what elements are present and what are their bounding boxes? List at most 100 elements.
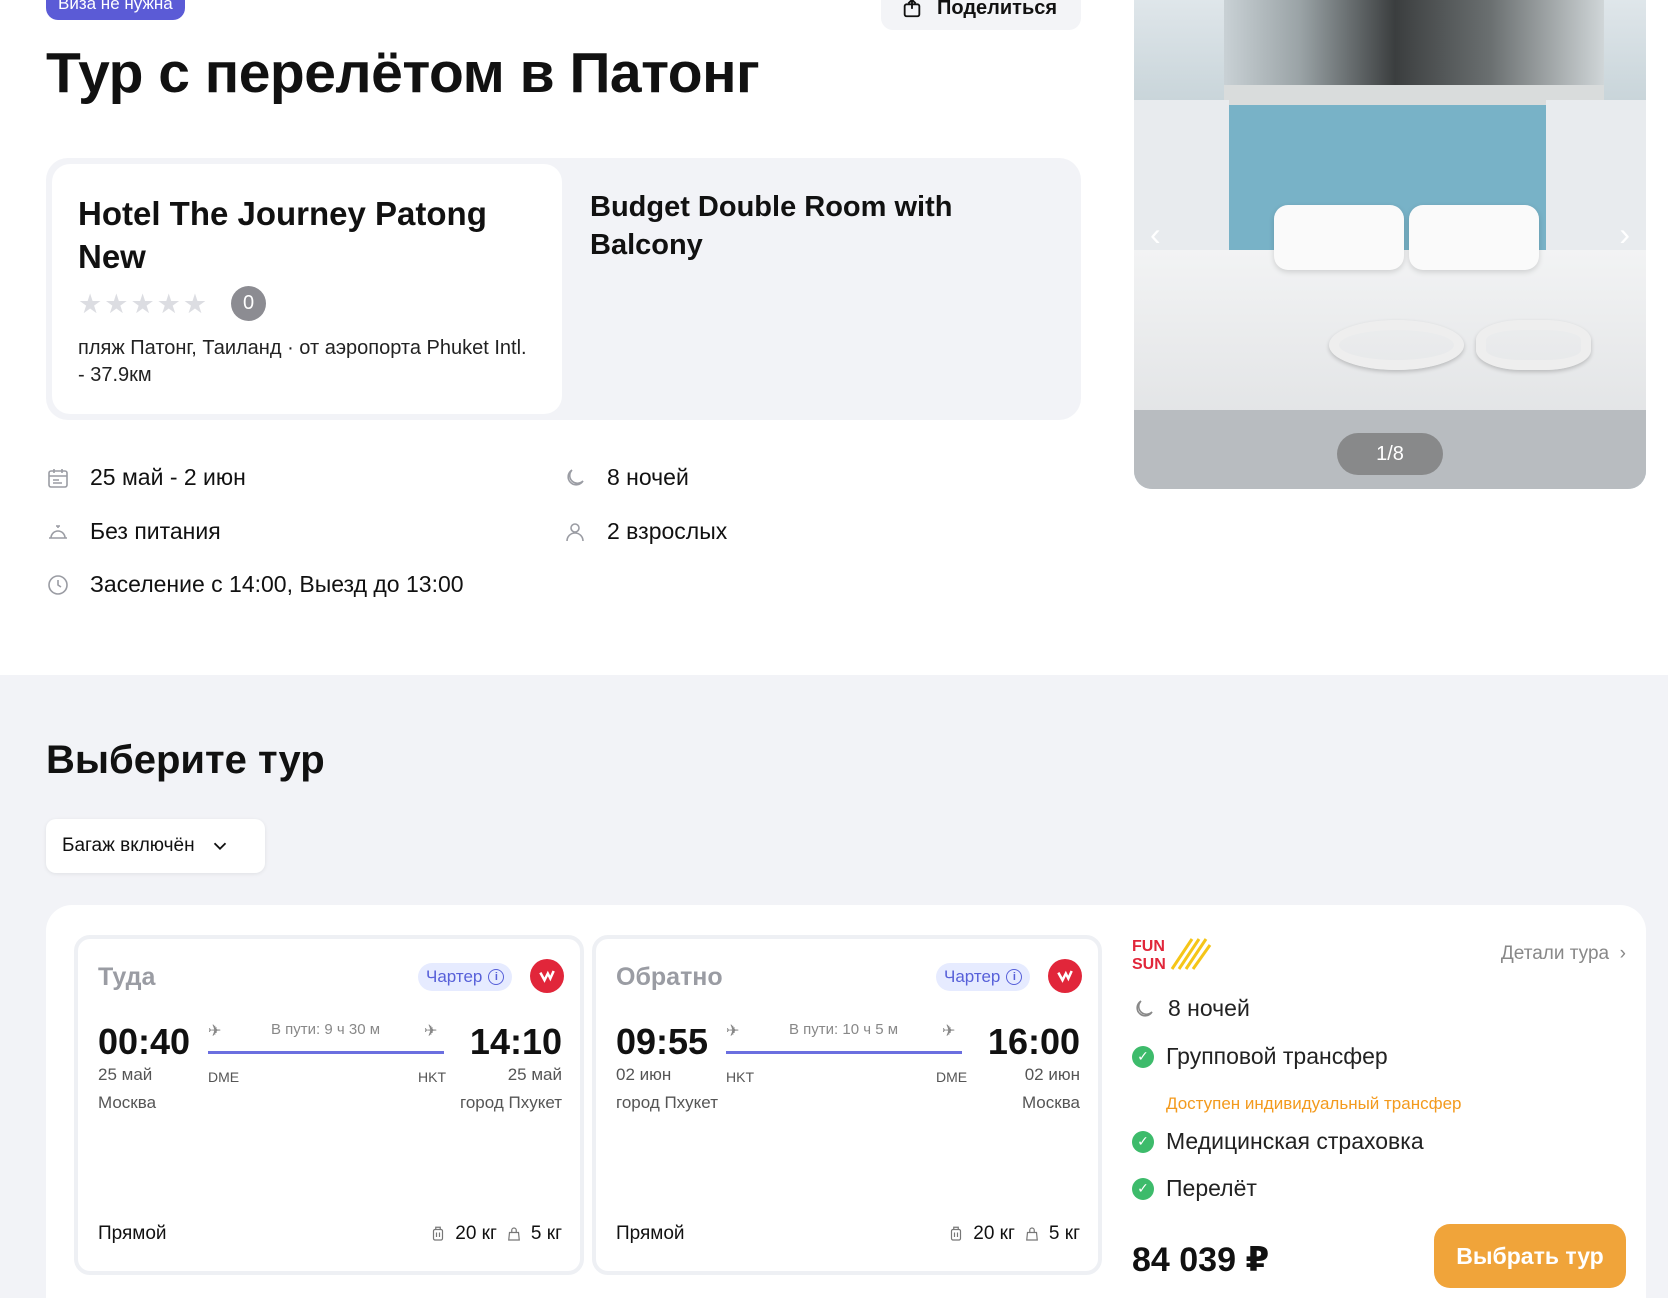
- route-line: [208, 1051, 444, 1054]
- hotel-card[interactable]: Hotel The Journey Patong New ★ ★ ★ ★ ★ 0…: [52, 164, 562, 414]
- choose-tour-button[interactable]: Выбрать тур: [1434, 1224, 1626, 1288]
- star-icon: ★: [104, 288, 129, 319]
- outbound-flight[interactable]: Туда Чартер i 00:40 25 май Москва ✈ В пу…: [74, 935, 584, 1275]
- takeoff-icon: ✈: [726, 1023, 740, 1040]
- operator-logo: FUN SUN: [1132, 938, 1212, 973]
- share-icon: [903, 0, 921, 18]
- section-title: Выберите тур: [46, 738, 325, 782]
- pillow: [1274, 205, 1404, 270]
- arrival-airport-code: HKT: [418, 1069, 446, 1085]
- takeoff-icon: ✈: [208, 1023, 222, 1040]
- arrival-date: 02 июн: [1024, 1065, 1080, 1084]
- flight-direction-label: Обратно: [616, 963, 723, 991]
- pillow: [1409, 205, 1539, 270]
- departure-airport-code: HKT: [726, 1069, 754, 1085]
- luggage-weight: 20 кг: [455, 1223, 497, 1244]
- chevron-right-icon: ›: [1614, 943, 1626, 964]
- star-icon: ★: [156, 288, 181, 319]
- departure-city: город Пхукет: [616, 1093, 718, 1112]
- check-icon: ✓: [1132, 1130, 1154, 1153]
- calendar-icon: [48, 468, 68, 488]
- baggage-filter-dropdown[interactable]: Багаж включён: [46, 819, 265, 873]
- individual-transfer-link[interactable]: Доступен индивидуальный трансфер: [1166, 1094, 1462, 1114]
- gallery-counter: 1/8: [1337, 433, 1443, 475]
- return-flight[interactable]: Обратно Чартер i 09:55 02 июн город Пхук…: [592, 935, 1102, 1275]
- landing-icon: ✈: [942, 1023, 956, 1040]
- user-icon: [566, 522, 584, 541]
- share-label: Поделиться: [937, 0, 1058, 19]
- summary-flight: ✓ Перелёт: [1132, 1175, 1257, 1202]
- photo-gallery[interactable]: ‹ › 1/8: [1134, 0, 1646, 489]
- arrival-time: 16:00: [987, 1021, 1080, 1062]
- route-line: [726, 1051, 962, 1054]
- svg-text:SUN: SUN: [1132, 956, 1166, 973]
- towel: [1476, 320, 1591, 370]
- bag-icon: [1025, 1227, 1038, 1241]
- wall-picture: [1224, 0, 1604, 85]
- flight-direction-label: Туда: [98, 963, 156, 991]
- flight-duration: В пути: 9 ч 30 м: [271, 1021, 381, 1038]
- hotel-name[interactable]: Hotel The Journey Patong New: [78, 192, 536, 278]
- charter-badge[interactable]: Чартер i: [418, 963, 513, 991]
- flight-type: Прямой: [616, 1223, 685, 1244]
- tour-header-section: Виза не нужна Поделиться Тур с перелётом…: [0, 0, 1668, 675]
- airline-logo-icon: [1048, 959, 1082, 993]
- tour-details-link[interactable]: Детали тура ›: [1501, 943, 1626, 965]
- star-icon: ★: [78, 288, 103, 319]
- info-icon: i: [488, 969, 505, 985]
- check-icon: ✓: [1132, 1045, 1154, 1068]
- moon-icon: [1136, 999, 1153, 1017]
- summary-nights: 8 ночей: [1132, 995, 1250, 1022]
- chevron-down-icon: [213, 842, 226, 851]
- star-icon: ★: [130, 288, 155, 319]
- page-title: Тур с перелётом в Патонг: [46, 41, 760, 105]
- departure-date: 02 июн: [616, 1065, 672, 1084]
- chevron-left-icon[interactable]: ‹: [1150, 218, 1161, 250]
- suitcase-icon: [433, 1226, 444, 1241]
- star-rating: ★ ★ ★ ★ ★: [78, 289, 207, 319]
- info-guests: 2 взрослых: [563, 518, 727, 545]
- room-name: Budget Double Room with Balcony: [590, 191, 953, 261]
- landing-icon: ✈: [424, 1023, 438, 1040]
- arrival-city: Москва: [1021, 1093, 1080, 1112]
- baggage-info: 20 кг 5 кг: [429, 1223, 562, 1245]
- clock-icon: [48, 574, 68, 595]
- arrival-time: 14:10: [469, 1021, 562, 1062]
- filter-label: Багаж включён: [62, 835, 195, 856]
- tour-summary: FUN SUN Детали тура › 8 ночей ✓ Группово…: [1126, 935, 1626, 1295]
- arrival-city: город Пхукет: [460, 1093, 562, 1112]
- hand-luggage-weight: 5 кг: [1048, 1223, 1080, 1244]
- guests-text: 2 взрослых: [607, 518, 728, 544]
- nights-text: 8 ночей: [607, 464, 689, 490]
- visa-badge: Виза не нужна: [46, 0, 185, 20]
- chevron-right-icon[interactable]: ›: [1619, 218, 1630, 250]
- cloche-icon: [49, 524, 67, 539]
- hotel-location: пляж Патонг, Таиланд · от аэропорта Phuk…: [78, 335, 536, 389]
- info-nights: 8 ночей: [563, 464, 689, 491]
- checkin-text: Заселение с 14:00, Выезд до 13:00: [90, 571, 464, 597]
- luggage-weight: 20 кг: [973, 1223, 1015, 1244]
- rating-row: ★ ★ ★ ★ ★ 0: [78, 286, 536, 321]
- arrival-airport-code: DME: [936, 1069, 968, 1085]
- departure-time: 00:40: [98, 1021, 191, 1062]
- summary-transfer: ✓ Групповой трансфер: [1132, 1043, 1388, 1070]
- tour-card: Туда Чартер i 00:40 25 май Москва ✈ В пу…: [46, 905, 1646, 1298]
- tour-selection-section: Выберите тур Багаж включён Туда Чартер i…: [0, 675, 1668, 1298]
- departure-time: 09:55: [616, 1021, 709, 1062]
- hotel-beach: пляж Патонг, Таиланд: [78, 337, 282, 359]
- airline-logo-icon: [530, 959, 564, 993]
- summary-insurance: ✓ Медицинская страховка: [1132, 1128, 1424, 1155]
- info-meals: Без питания: [46, 518, 221, 545]
- svg-text:FUN: FUN: [1132, 938, 1165, 955]
- departure-city: Москва: [98, 1093, 157, 1112]
- departure-airport-code: DME: [208, 1069, 240, 1085]
- arrival-date: 25 май: [507, 1065, 562, 1084]
- moon-icon: [567, 468, 584, 486]
- tour-price: 84 039 ₽: [1132, 1241, 1270, 1279]
- baggage-info: 20 кг 5 кг: [947, 1223, 1080, 1245]
- info-checkin: Заселение с 14:00, Выезд до 13:00: [46, 571, 464, 598]
- share-button[interactable]: Поделиться: [881, 0, 1081, 30]
- charter-badge[interactable]: Чартер i: [936, 963, 1031, 991]
- info-icon: i: [1006, 969, 1023, 985]
- hand-luggage-weight: 5 кг: [530, 1223, 562, 1244]
